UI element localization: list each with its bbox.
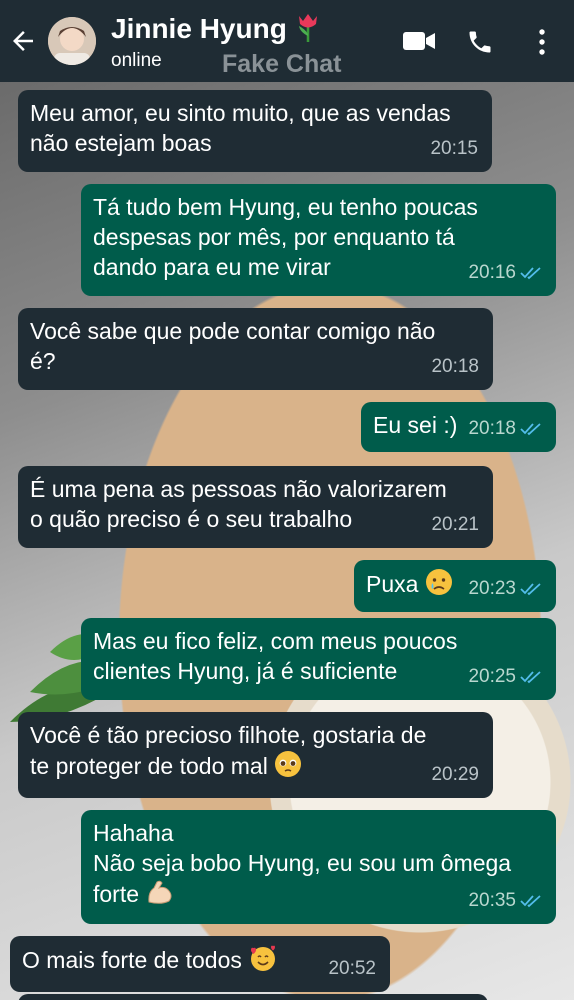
message-bubble-outgoing[interactable]: Eu sei :) 20:18 (361, 402, 556, 452)
message-bubble-outgoing[interactable]: Tá tudo bem Hyung, eu tenho poucas despes… (81, 184, 556, 296)
watermark-text: Fake Chat (222, 50, 342, 78)
timestamp: 20:35 (468, 890, 516, 911)
message-line: O mais forte de todos (22, 947, 242, 973)
smiling-face-with-hearts-icon (251, 945, 276, 971)
voice-call-icon[interactable] (466, 28, 494, 56)
back-arrow-icon[interactable] (8, 26, 38, 56)
timestamp: 20:52 (328, 958, 376, 979)
message-text: O mais forte de todos (22, 944, 378, 975)
crying-face-icon (425, 569, 452, 595)
read-receipt-icon (520, 267, 541, 280)
message-time: 20:52 (328, 954, 376, 984)
read-receipt-icon (520, 671, 541, 684)
timestamp: 20:15 (430, 138, 478, 159)
message-line: dando para eu me virar (93, 254, 331, 280)
message-bubble-incoming[interactable]: Você é tão precioso filhote, gostaria de… (18, 712, 493, 798)
chat-area[interactable]: Meu amor, eu sinto muito, que as vendas n… (0, 82, 574, 1000)
timestamp: 20:29 (431, 764, 479, 785)
contact-name-text: Jinnie Hyung (111, 13, 287, 44)
message-line: Puxa (366, 571, 419, 597)
message-bubble-incoming[interactable]: É uma pena as pessoas não valorizarem o q… (18, 466, 493, 548)
message-time: 20:29 (431, 760, 479, 790)
message-line: clientes Hyung, já é suficiente (93, 658, 398, 684)
message-text: É uma pena as pessoas não valorizarem o q… (30, 474, 481, 534)
read-receipt-icon (520, 423, 541, 436)
message-bubble-incoming[interactable]: Meu amor, eu sinto muito, que as vendas n… (18, 90, 492, 172)
message-text: Meu amor, eu sinto muito, que as vendas n… (30, 98, 480, 158)
message-bubble-outgoing[interactable]: Puxa 20:23 (354, 560, 556, 612)
tulip-icon (298, 14, 317, 42)
pleading-face-icon (275, 751, 302, 777)
message-time: 20:25 (468, 662, 542, 692)
read-receipt-icon (520, 583, 541, 596)
message-line: Hahaha (93, 820, 174, 846)
message-time: 20:35 (468, 886, 542, 916)
message-line: te proteger de todo mal (30, 753, 268, 779)
message-bubble-outgoing[interactable]: Hahaha Não seja bobo Hyung, eu sou um ôme… (81, 810, 556, 924)
timestamp: 20:25 (468, 666, 516, 687)
message-time: 20:15 (430, 134, 478, 164)
message-time: 20:21 (431, 510, 479, 540)
read-receipt-icon (520, 895, 541, 908)
flexed-biceps-icon (148, 880, 172, 904)
timestamp: 20:21 (431, 514, 479, 535)
message-line: É uma pena as pessoas não valorizarem (30, 476, 447, 502)
message-line: é? (30, 348, 56, 374)
video-call-icon[interactable] (402, 28, 436, 54)
timestamp: 20:16 (468, 262, 516, 283)
message-line: despesas por mês, por enquanto tá (93, 224, 455, 250)
message-line: Meu amor, eu sinto muito, que as vendas (30, 100, 451, 126)
message-line: Você é tão precioso filhote, gostaria de (30, 722, 427, 748)
message-line: não estejam boas (30, 130, 212, 156)
message-line: Eu sei :) (373, 412, 458, 438)
message-text: Você é tão precioso filhote, gostaria de… (30, 720, 481, 781)
timestamp: 20:18 (468, 418, 516, 439)
timestamp: 20:18 (431, 356, 479, 377)
message-line: Mas eu fico feliz, com meus poucos (93, 628, 458, 654)
message-line: Você sabe que pode contar comigo não (30, 318, 436, 344)
next-message-bubble-partial (18, 994, 488, 1000)
contact-name[interactable]: Jinnie Hyung (111, 12, 321, 45)
message-line: Não seja bobo Hyung, eu sou um ômega (93, 850, 512, 876)
message-line: o quão preciso é o seu trabalho (30, 506, 353, 532)
chat-header: Jinnie Hyung online Fake Chat (0, 0, 574, 82)
message-time: 20:23 (468, 574, 542, 604)
message-time: 20:18 (431, 352, 479, 382)
message-line: forte (93, 881, 140, 907)
message-text: Você sabe que pode contar comigo não é? (30, 316, 481, 376)
message-time: 20:18 (468, 414, 542, 444)
message-time: 20:16 (468, 258, 542, 288)
timestamp: 20:23 (468, 578, 516, 599)
message-bubble-incoming[interactable]: Você sabe que pode contar comigo não é? 2… (18, 308, 493, 390)
message-bubble-incoming[interactable]: O mais forte de todos 20:52 (10, 936, 390, 992)
more-options-icon[interactable] (536, 28, 548, 56)
message-bubble-outgoing[interactable]: Mas eu fico feliz, com meus poucos client… (81, 618, 556, 700)
online-status: online (111, 50, 162, 71)
message-line: Tá tudo bem Hyung, eu tenho poucas (93, 194, 478, 220)
avatar[interactable] (48, 17, 96, 65)
